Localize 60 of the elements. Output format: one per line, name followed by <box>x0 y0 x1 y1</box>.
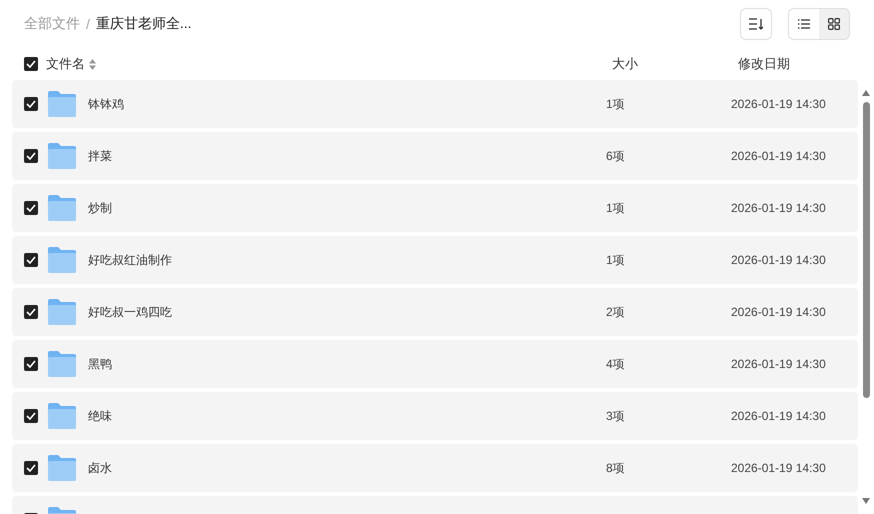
row-checkbox[interactable] <box>24 461 38 475</box>
item-count: 1项 <box>606 96 626 112</box>
modified-date: 2026-01-19 14:30 <box>731 409 826 423</box>
grid-icon <box>828 18 840 30</box>
row-checkbox[interactable] <box>24 409 38 423</box>
list-icon <box>798 19 810 29</box>
column-header[interactable]: 大小 <box>612 55 738 73</box>
folder-icon <box>47 194 77 222</box>
item-count: 6项 <box>606 148 626 164</box>
breadcrumb-item: 重庆甘老师全... <box>96 15 192 33</box>
item-count: 8项 <box>606 460 626 476</box>
sort-button[interactable] <box>740 8 772 40</box>
file-name: 炒制 <box>88 200 113 216</box>
file-row[interactable]: 拌菜 6项 2026-01-19 14:30 <box>12 132 858 180</box>
file-row[interactable]: 钵钵鸡 1项 2026-01-19 14:30 <box>12 80 858 128</box>
item-count: 3项 <box>606 408 626 424</box>
column-header[interactable]: 修改日期 <box>738 55 790 73</box>
modified-date: 2026-01-19 14:30 <box>731 149 826 163</box>
row-checkbox[interactable] <box>24 149 38 163</box>
file-name: 好吃叔红油制作 <box>88 252 173 268</box>
modified-date: 2026-01-19 14:30 <box>731 253 826 267</box>
file-name: 绝味 <box>88 408 113 424</box>
modified-date: 2026-01-19 14:30 <box>731 97 826 111</box>
select-all-checkbox[interactable] <box>24 57 38 71</box>
folder-icon <box>47 246 77 274</box>
row-checkbox[interactable] <box>24 97 38 111</box>
file-row[interactable]: 黑鸭 4项 2026-01-19 14:30 <box>12 340 858 388</box>
modified-date: 2026-01-19 14:30 <box>731 461 826 475</box>
folder-icon <box>47 402 77 430</box>
folder-icon <box>47 298 77 326</box>
row-checkbox[interactable] <box>24 253 38 267</box>
item-count: 4项 <box>606 356 626 372</box>
file-row[interactable]: 卤水 8项 2026-01-19 14:30 <box>12 444 858 492</box>
row-checkbox[interactable] <box>24 201 38 215</box>
file-row[interactable]: 绝味 3项 2026-01-19 14:30 <box>12 392 858 440</box>
file-row[interactable]: 好吃叔红油制作 1项 2026-01-19 14:30 <box>12 236 858 284</box>
list-view-button[interactable] <box>789 9 819 39</box>
modified-date: 2026-01-19 14:30 <box>731 201 826 215</box>
row-checkbox[interactable] <box>24 305 38 319</box>
file-row[interactable]: 好吃叔一鸡四吃 2项 2026-01-19 14:30 <box>12 288 858 336</box>
sort-arrows-icon <box>89 58 96 70</box>
item-count: 2项 <box>606 304 626 320</box>
file-row[interactable]: 炒制 1项 2026-01-19 14:30 <box>12 184 858 232</box>
file-name: 拌菜 <box>88 148 113 164</box>
sort-icon <box>749 18 763 30</box>
modified-date: 2026-01-19 14:30 <box>731 357 826 371</box>
folder-icon <box>47 454 77 482</box>
item-count: 1项 <box>606 252 626 268</box>
file-name: 黑鸭 <box>88 356 113 372</box>
file-name: 好吃叔一鸡四吃 <box>88 304 173 320</box>
file-name: 卤水 <box>88 460 113 476</box>
folder-icon <box>47 350 77 378</box>
column-header[interactable]: 文件名 <box>46 55 85 73</box>
file-name: 钵钵鸡 <box>88 96 125 112</box>
row-checkbox[interactable] <box>24 357 38 371</box>
modified-date: 2026-01-19 14:30 <box>731 305 826 319</box>
item-count: 1项 <box>606 200 626 216</box>
breadcrumb-separator: / <box>86 16 90 32</box>
folder-icon <box>47 142 77 170</box>
folder-icon <box>47 90 77 118</box>
